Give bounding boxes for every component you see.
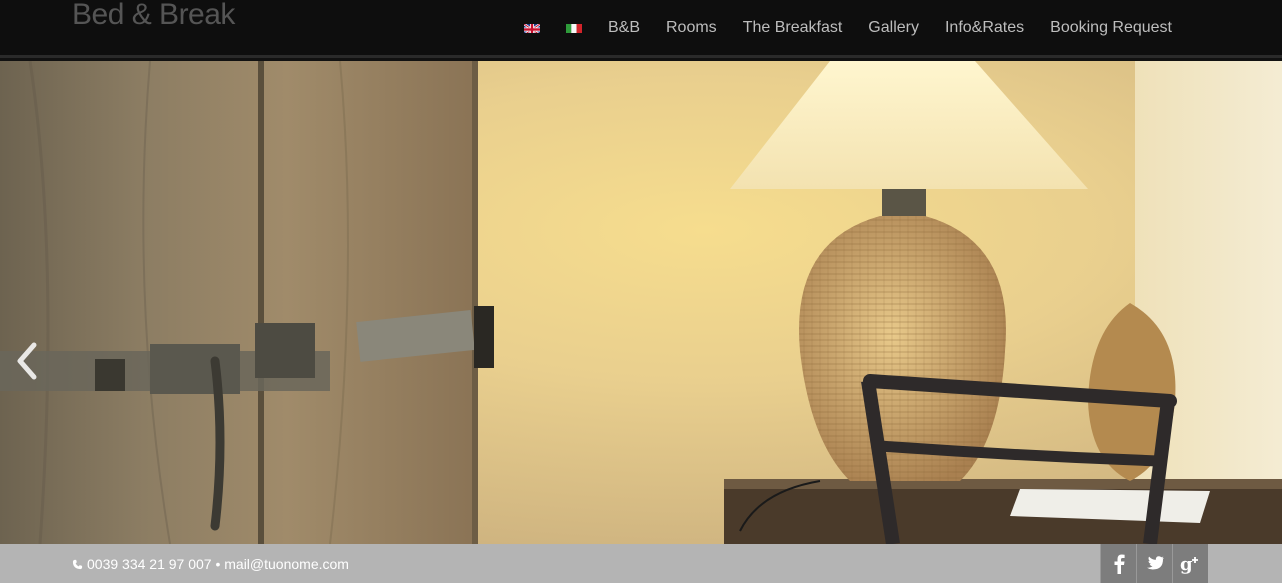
uk-flag-icon[interactable] [523, 22, 540, 33]
chevron-left-icon[interactable] [12, 341, 42, 381]
nav-breakfast[interactable]: The Breakfast [743, 19, 843, 37]
nav-gallery[interactable]: Gallery [868, 19, 919, 37]
site-logo[interactable]: Bed & Break [72, 0, 235, 32]
hero-slide-image [0, 61, 1282, 544]
main-nav: B&B Rooms The Breakfast Gallery Info&Rat… [523, 0, 1282, 55]
nav-booking-request[interactable]: Booking Request [1050, 19, 1172, 37]
phone-icon [72, 559, 83, 570]
nav-info-rates[interactable]: Info&Rates [945, 19, 1024, 37]
nav-rooms[interactable]: Rooms [666, 19, 717, 37]
twitter-icon[interactable] [1136, 544, 1172, 583]
hero-carousel [0, 61, 1282, 544]
svg-text:g: g [1180, 554, 1193, 574]
top-navbar: Bed & Break B&B Rooms The Breakfast Gall… [0, 0, 1282, 58]
google-plus-icon[interactable]: g [1172, 544, 1208, 583]
facebook-icon[interactable] [1100, 544, 1136, 583]
social-links: g [1100, 544, 1208, 583]
footer-bar: 0039 334 21 97 007 • mail@tuonome.com g [0, 544, 1282, 583]
contact-text: 0039 334 21 97 007 • mail@tuonome.com [87, 556, 349, 572]
italy-flag-icon[interactable] [565, 22, 582, 33]
contact-info: 0039 334 21 97 007 • mail@tuonome.com [72, 556, 349, 572]
nav-bnb[interactable]: B&B [608, 19, 640, 37]
